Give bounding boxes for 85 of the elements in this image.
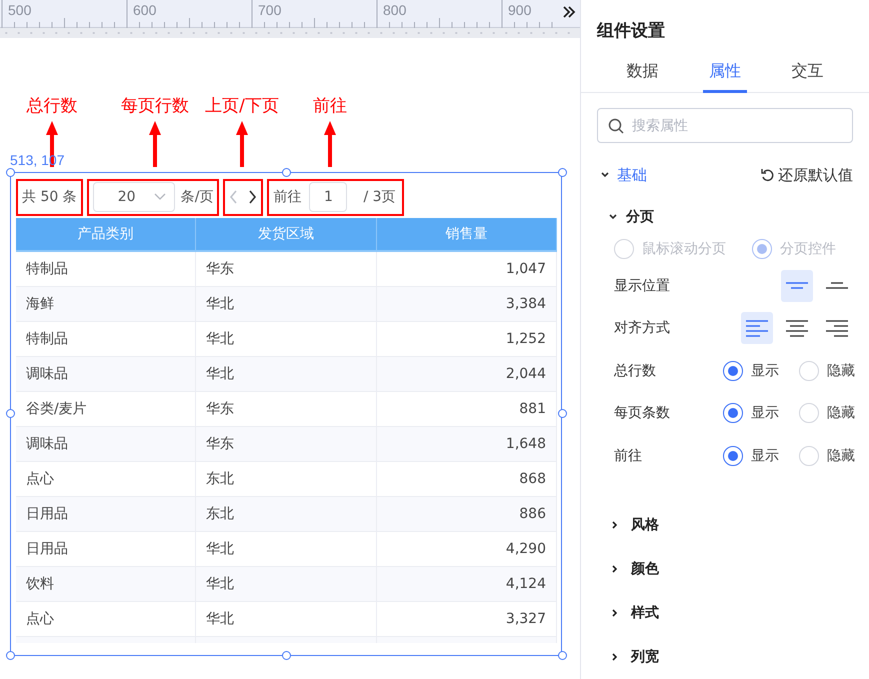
radio-option[interactable]: 隐藏 (799, 446, 855, 466)
reset-button[interactable]: 还原默认值 (760, 166, 853, 185)
table-cell: 海鲜 (16, 287, 196, 322)
lines-icon (786, 320, 808, 337)
radio-option[interactable]: 显示 (723, 403, 779, 424)
setting-label: 每页条数 (614, 404, 671, 422)
caret-right-icon (611, 564, 619, 573)
setting-label: 前往 (614, 446, 643, 465)
resize-handle[interactable] (282, 651, 291, 660)
table-cell: 华东 (196, 427, 377, 462)
table-cell: 886 (377, 497, 557, 532)
annotation-label: 总行数 (26, 95, 78, 117)
table-cell: 华北 (196, 357, 377, 392)
tab[interactable]: 交互 (786, 44, 830, 94)
search-icon (608, 118, 624, 134)
table-cell: 东北 (196, 497, 377, 532)
table-cell: 调味品 (16, 357, 196, 392)
caret-down-icon (601, 171, 609, 180)
caret-right-icon (611, 520, 619, 529)
total-count: 共 50 条 (22, 188, 77, 206)
page-count: / 3页 (363, 188, 396, 206)
ruler-label: 900 (508, 2, 532, 18)
table-cell: 日用品 (16, 497, 196, 532)
ruler-label: 600 (133, 2, 156, 18)
section-toggle[interactable]: 样式 (581, 590, 869, 635)
setting-label: 显示位置 (614, 276, 671, 295)
lines-icon (826, 282, 848, 290)
resize-handle[interactable] (6, 409, 15, 418)
lines-icon (786, 282, 808, 290)
column-header: 产品类别 (16, 218, 196, 250)
annotation-label: 前往 (313, 95, 347, 117)
option-button[interactable] (741, 312, 773, 344)
table-cell: 2,044 (377, 357, 557, 392)
table-cell: 华北 (196, 567, 377, 602)
table-cell: 3,384 (377, 287, 557, 322)
annotation-label: 上页/下页 (205, 95, 279, 117)
subsection-toggle[interactable]: 分页 (581, 200, 869, 233)
tab[interactable]: 数据 (620, 44, 664, 94)
table-cell: 4,124 (377, 567, 557, 602)
page-size-unit: 条/页 (180, 188, 214, 206)
section-toggle[interactable]: 颜色 (581, 546, 869, 591)
panel-title: 组件设置 (596, 20, 666, 43)
option-button[interactable] (781, 270, 813, 302)
ruler-label: 500 (8, 2, 32, 18)
tab[interactable]: 属性 (702, 44, 747, 94)
setting-label: 总行数 (614, 362, 657, 380)
chevron-down-icon (154, 193, 166, 201)
section-toggle[interactable]: 基础 (601, 166, 647, 185)
undo-icon (760, 167, 776, 184)
radio-option[interactable]: 隐藏 (799, 403, 855, 424)
double-chevron-icon[interactable] (562, 4, 576, 20)
table-cell: 华北 (196, 287, 377, 322)
lines-icon (746, 320, 768, 337)
up-arrow-icon (235, 121, 249, 167)
table-cell: 饮料 (16, 567, 196, 602)
radio-option[interactable]: 显示 (723, 446, 779, 466)
annotation-label: 每页行数 (121, 95, 189, 117)
resize-handle[interactable] (6, 168, 15, 177)
resize-handle[interactable] (6, 651, 15, 660)
up-arrow-icon (323, 121, 337, 167)
goto-label: 前往 (273, 188, 302, 206)
ruler-label: 700 (258, 2, 282, 18)
setting-label: 对齐方式 (614, 319, 671, 338)
caret-right-icon (611, 608, 619, 617)
caret-down-icon (609, 212, 617, 221)
resize-handle[interactable] (282, 168, 291, 177)
radio-option[interactable]: 隐藏 (799, 360, 855, 381)
section-toggle[interactable]: 风格 (581, 502, 869, 547)
page-input[interactable]: 1 (309, 182, 348, 212)
resize-handle[interactable] (558, 168, 567, 177)
section-toggle[interactable]: 列宽 (581, 634, 869, 679)
table-cell: 1,648 (377, 427, 557, 462)
radio-option[interactable]: 显示 (723, 360, 779, 381)
ruler-label: 800 (383, 2, 406, 18)
next-page-icon[interactable] (248, 190, 258, 204)
resize-handle[interactable] (558, 651, 567, 660)
column-header: 销售量 (377, 218, 557, 250)
resize-handle[interactable] (558, 409, 567, 418)
up-arrow-icon (148, 121, 162, 167)
page-size-select[interactable]: 20 (92, 182, 175, 212)
lines-icon (826, 320, 848, 337)
search-field[interactable]: 搜索属性 (597, 108, 853, 144)
table-cell: 调味品 (16, 427, 196, 462)
column-header: 发货区域 (196, 218, 377, 250)
caret-right-icon (611, 652, 619, 661)
